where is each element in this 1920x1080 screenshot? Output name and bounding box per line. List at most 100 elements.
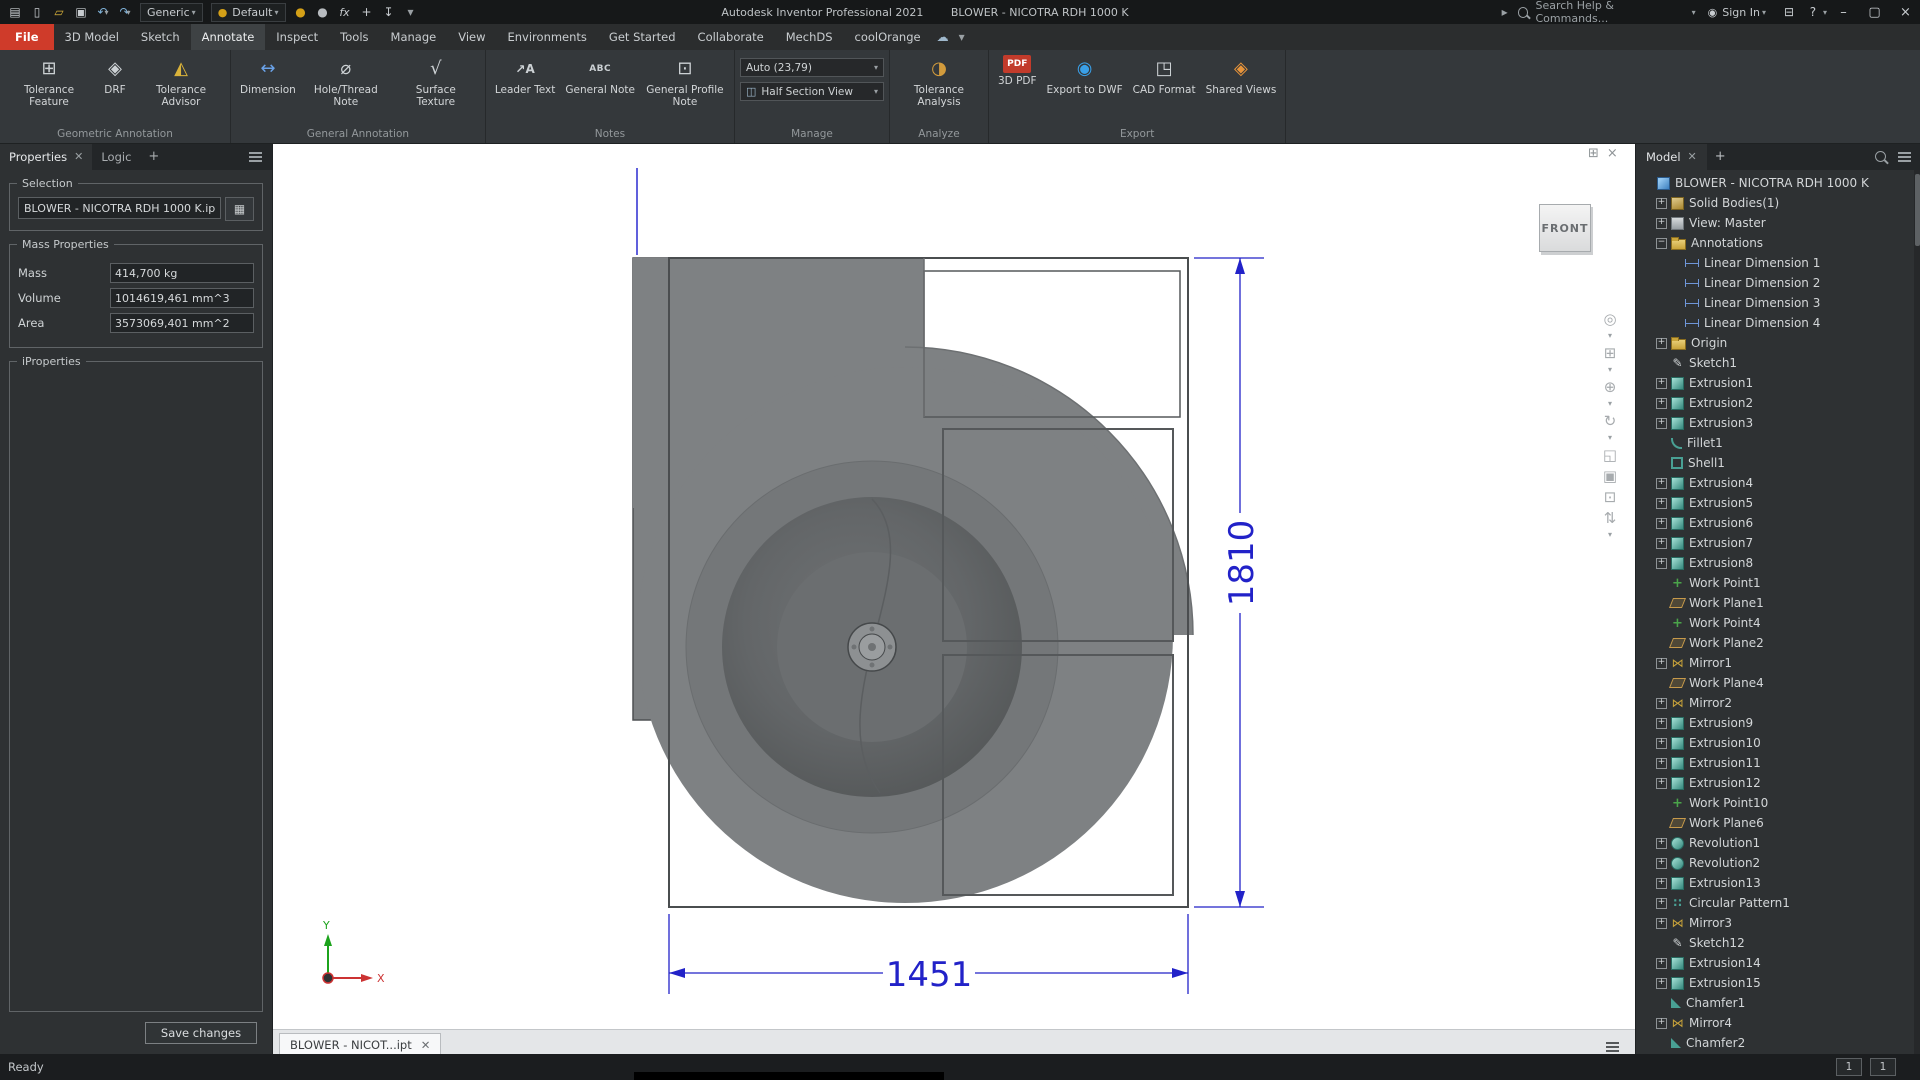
- expand-icon[interactable]: +: [1656, 1018, 1667, 1029]
- ribbon-tab-get-started[interactable]: Get Started: [598, 24, 687, 50]
- close-button[interactable]: ×: [1891, 0, 1920, 24]
- ribbon-tab-tools[interactable]: Tools: [329, 24, 379, 50]
- browser-tree-item[interactable]: Chamfer1: [1636, 993, 1920, 1013]
- browser-tree-item[interactable]: +Extrusion11: [1636, 753, 1920, 773]
- browser-tree-item[interactable]: Linear Dimension 3: [1636, 293, 1920, 313]
- save-button[interactable]: ▣: [70, 2, 92, 22]
- walk-button[interactable]: ⇅: [1604, 510, 1617, 526]
- material-combo[interactable]: Generic▾: [140, 3, 203, 22]
- expand-icon[interactable]: +: [1656, 898, 1667, 909]
- layout-grid-icon[interactable]: ⊞: [1588, 146, 1599, 161]
- maximize-button[interactable]: ▢: [1860, 0, 1889, 24]
- dimension-button[interactable]: ↔Dimension: [236, 53, 300, 98]
- expand-icon[interactable]: +: [1656, 558, 1667, 569]
- mass-field[interactable]: [110, 263, 254, 283]
- new-file-button[interactable]: ▯: [26, 2, 48, 22]
- chevron-down-button[interactable]: ▾: [1608, 366, 1612, 374]
- fx-button[interactable]: fx: [334, 2, 356, 22]
- browser-tree-item[interactable]: +Mirror4: [1636, 1013, 1920, 1033]
- expand-icon[interactable]: +: [1656, 878, 1667, 889]
- tab-model[interactable]: Model ✕: [1636, 143, 1707, 170]
- document-tab[interactable]: BLOWER - NICOT...ipt ✕: [279, 1033, 441, 1055]
- 3d-pdf-button[interactable]: PDF3D PDF: [994, 53, 1041, 89]
- help-button[interactable]: ?: [1802, 2, 1824, 22]
- ribbon-tab-sketch[interactable]: Sketch: [130, 24, 191, 50]
- browser-tree-item[interactable]: +Extrusion10: [1636, 733, 1920, 753]
- browser-tree-item[interactable]: +Extrusion4: [1636, 473, 1920, 493]
- browser-tree-item[interactable]: Work Plane1: [1636, 593, 1920, 613]
- orbit-button[interactable]: ↻: [1604, 413, 1617, 429]
- browser-tree-item[interactable]: +View: Master: [1636, 213, 1920, 233]
- browser-tree-item[interactable]: +Solid Bodies(1): [1636, 193, 1920, 213]
- tolerance-feature-button[interactable]: ⊞Tolerance Feature: [5, 53, 93, 110]
- browser-tree-item[interactable]: +Mirror2: [1636, 693, 1920, 713]
- selection-input[interactable]: [18, 197, 221, 219]
- appearance-combo[interactable]: ●Default▾: [211, 3, 286, 22]
- pan-button[interactable]: ⊞: [1604, 345, 1617, 361]
- minimize-button[interactable]: –: [1829, 0, 1858, 24]
- close-icon[interactable]: ✕: [421, 1038, 431, 1052]
- browser-tree-item[interactable]: +Extrusion7: [1636, 533, 1920, 553]
- close-doc-icon[interactable]: ×: [1607, 146, 1618, 161]
- auto-23-79-combo[interactable]: Auto (23,79)▾: [740, 58, 884, 77]
- browser-tree-item[interactable]: +Extrusion3: [1636, 413, 1920, 433]
- ribbon-tab-file[interactable]: File: [0, 24, 54, 50]
- expand-icon[interactable]: +: [1656, 958, 1667, 969]
- expand-icon[interactable]: +: [1656, 498, 1667, 509]
- volume-field[interactable]: [110, 288, 254, 308]
- chevron-down-button[interactable]: ▾: [1608, 332, 1612, 340]
- browser-tree-item[interactable]: +Extrusion2: [1636, 393, 1920, 413]
- ribbon-tab-manage[interactable]: Manage: [380, 24, 448, 50]
- export-button[interactable]: ↧: [378, 2, 400, 22]
- help-search-input[interactable]: Search Help & Commands... ▾: [1518, 0, 1696, 25]
- shared-views-button[interactable]: ◈Shared Views: [1202, 53, 1281, 98]
- browser-tree-item[interactable]: +Revolution2: [1636, 853, 1920, 873]
- browser-tree-item[interactable]: Linear Dimension 1: [1636, 253, 1920, 273]
- add-button[interactable]: +: [356, 2, 378, 22]
- store-button[interactable]: ⊟: [1778, 2, 1800, 22]
- add-browser-tab-button[interactable]: +: [1707, 149, 1734, 164]
- look-at-button[interactable]: ◱: [1603, 447, 1617, 463]
- browser-tree-item[interactable]: Work Point4: [1636, 613, 1920, 633]
- add-panel-tab-button[interactable]: +: [140, 149, 167, 164]
- browser-tree-item[interactable]: +Circular Pattern1: [1636, 893, 1920, 913]
- expand-icon[interactable]: +: [1656, 758, 1667, 769]
- browser-tree-item[interactable]: +Extrusion5: [1636, 493, 1920, 513]
- browser-tree-item[interactable]: Shell1: [1636, 453, 1920, 473]
- expand-icon[interactable]: +: [1656, 338, 1667, 349]
- expand-icon[interactable]: +: [1656, 198, 1667, 209]
- blower-model[interactable]: [633, 258, 1193, 907]
- zoom-window-button[interactable]: ⊡: [1604, 489, 1617, 505]
- expand-icon[interactable]: +: [1656, 918, 1667, 929]
- open-file-button[interactable]: ▱: [48, 2, 70, 22]
- cloud-icon[interactable]: ☁: [932, 24, 954, 50]
- browser-tree-item[interactable]: Linear Dimension 2: [1636, 273, 1920, 293]
- model-canvas[interactable]: 1810 1451 Y X: [272, 143, 1635, 1029]
- redo-button[interactable]: ↷▾: [114, 2, 136, 22]
- material-ball-button[interactable]: ●: [312, 2, 334, 22]
- scrollbar-thumb[interactable]: [1915, 174, 1920, 246]
- browser-search-icon[interactable]: [1875, 151, 1886, 162]
- browser-tree-item[interactable]: Linear Dimension 4: [1636, 313, 1920, 333]
- expand-icon[interactable]: +: [1656, 478, 1667, 489]
- browser-tree-item[interactable]: +Extrusion14: [1636, 953, 1920, 973]
- save-changes-button[interactable]: Save changes: [145, 1022, 257, 1044]
- export-to-dwf-button[interactable]: ◉Export to DWF: [1043, 53, 1127, 98]
- expand-icon[interactable]: +: [1656, 378, 1667, 389]
- expand-icon[interactable]: +: [1656, 698, 1667, 709]
- browser-tree-item[interactable]: +Revolution1: [1636, 833, 1920, 853]
- expand-icon[interactable]: +: [1656, 398, 1667, 409]
- browser-tree-item[interactable]: Chamfer2: [1636, 1033, 1920, 1053]
- browser-tree-item[interactable]: +Mirror3: [1636, 913, 1920, 933]
- chevron-down-button[interactable]: ▾: [1608, 434, 1612, 442]
- chevron-down-button[interactable]: ▾: [1608, 400, 1612, 408]
- browser-scrollbar[interactable]: [1914, 170, 1920, 1054]
- browser-tree-item[interactable]: Work Point10: [1636, 793, 1920, 813]
- expand-icon[interactable]: +: [1656, 418, 1667, 429]
- browser-tree-item[interactable]: +Extrusion1: [1636, 373, 1920, 393]
- general-note-button[interactable]: ABCGeneral Note: [561, 53, 639, 98]
- tolerance-advisor-button[interactable]: ◭Tolerance Advisor: [137, 53, 225, 110]
- expand-icon[interactable]: +: [1656, 218, 1667, 229]
- view-face-button[interactable]: ▣: [1603, 468, 1617, 484]
- browser-tree-item[interactable]: +Extrusion12: [1636, 773, 1920, 793]
